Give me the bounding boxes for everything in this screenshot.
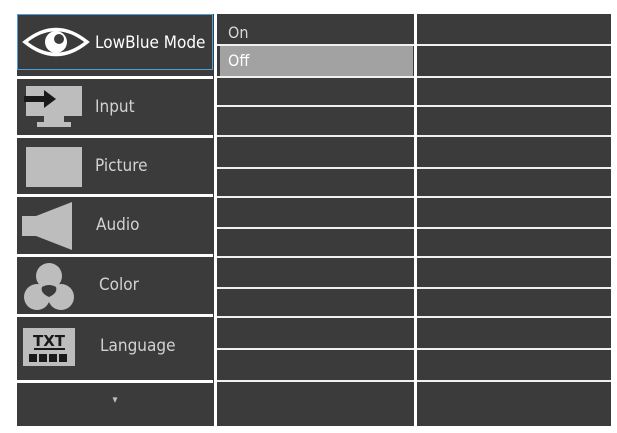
menu-item-color[interactable]: Color bbox=[17, 257, 213, 313]
speaker-icon bbox=[22, 200, 74, 256]
menu-item-label: Picture bbox=[95, 156, 148, 176]
menu-item-language[interactable]: TXT Language bbox=[17, 318, 213, 374]
row-divider bbox=[417, 348, 611, 350]
color-icon bbox=[23, 261, 75, 317]
row-divider bbox=[417, 287, 611, 289]
menu-item-label: LowBlue Mode bbox=[95, 33, 206, 53]
language-icon-text: TXT bbox=[33, 332, 66, 350]
row-divider bbox=[417, 316, 611, 318]
row-divider bbox=[217, 44, 414, 46]
row-divider bbox=[417, 135, 611, 137]
menu-item-input[interactable]: Input bbox=[17, 79, 213, 135]
row-divider bbox=[217, 256, 414, 258]
language-txt-icon: TXT bbox=[23, 328, 75, 370]
eye-icon bbox=[22, 21, 90, 67]
row-divider bbox=[417, 105, 611, 107]
row-divider bbox=[417, 44, 611, 46]
row-divider bbox=[217, 196, 414, 198]
menu-item-picture[interactable]: Picture bbox=[17, 138, 213, 194]
menu-item-audio[interactable]: Audio bbox=[17, 197, 213, 253]
row-divider bbox=[417, 256, 611, 258]
scroll-down-indicator[interactable]: ▾ bbox=[17, 374, 213, 426]
row-divider bbox=[217, 348, 414, 350]
picture-icon bbox=[24, 145, 84, 193]
menu-item-label: Audio bbox=[96, 215, 140, 235]
row-divider bbox=[417, 196, 611, 198]
menu-item-label: Color bbox=[99, 275, 139, 295]
menu-item-lowblue-mode[interactable]: LowBlue Mode bbox=[17, 14, 213, 70]
row-divider bbox=[217, 287, 414, 289]
osd-menu: LowBlue Mode Input Picture Audio Color T… bbox=[17, 14, 611, 426]
menu-separator bbox=[17, 314, 213, 317]
row-divider bbox=[417, 76, 611, 78]
row-divider bbox=[417, 227, 611, 229]
row-divider bbox=[217, 76, 414, 78]
input-icon bbox=[24, 84, 84, 134]
row-divider bbox=[217, 316, 414, 318]
row-divider bbox=[217, 167, 414, 169]
option-off[interactable]: Off bbox=[220, 46, 413, 76]
row-divider bbox=[217, 135, 414, 137]
row-divider bbox=[417, 167, 611, 169]
row-divider bbox=[217, 105, 414, 107]
row-divider bbox=[217, 380, 414, 382]
row-divider bbox=[217, 227, 414, 229]
row-divider bbox=[417, 380, 611, 382]
menu-item-label: Language bbox=[100, 336, 176, 356]
menu-item-label: Input bbox=[95, 97, 135, 117]
